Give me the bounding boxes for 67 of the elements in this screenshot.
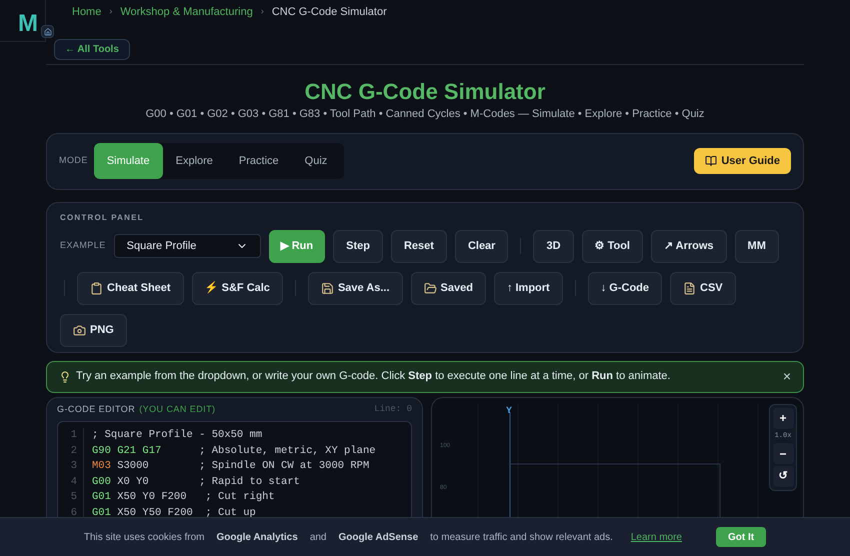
example-select[interactable]: Square Profile [114, 234, 261, 258]
line-number: 2 [70, 444, 77, 458]
toolbar-button[interactable]: Clear [454, 230, 508, 262]
editor-note: (YOU CAN EDIT) [139, 402, 216, 416]
zoom-out-button[interactable]: − [772, 443, 794, 464]
code-line: ; Square Profile - 50x50 mm [92, 428, 264, 443]
example-label: EXAMPLE [60, 239, 106, 252]
folder-icon [424, 282, 437, 294]
learn-more-link[interactable]: Learn more [630, 530, 682, 544]
breadcrumb-separator: › [109, 5, 112, 18]
toolbar-button[interactable]: ↗ Arrows [651, 230, 727, 262]
close-button[interactable]: × [782, 366, 791, 387]
code-editor[interactable]: 1 2 3 4 5 6 ; Square Profile - 50x50 mm G90 G21 G17 ; Absolute, metric, XY plane M03 S3000 ; Spindle ON CW at 3000 RPM G00 X0 Y0 ; Rapid to start G01 X50 Y0 F200 ; Cut right G01 X50 Y50 F200 ; Cut up [57, 421, 412, 517]
code-line: M03 S3000 ; Spindle ON CW at 3000 RPM [92, 459, 370, 474]
reset-view-button[interactable]: ↺ [772, 466, 794, 487]
toolbar-button[interactable]: ↑ Import [494, 272, 563, 304]
cookie-text: to measure traffic and show relevant ads. [430, 530, 613, 544]
cookie-text: Google Analytics [216, 530, 298, 544]
cookie-text: Google AdSense [338, 530, 418, 544]
document-icon [683, 282, 696, 294]
camera-icon [73, 324, 86, 336]
tip-text: Try an example from the dropdown, or write your own G-code. Click Step to execute one line at a time, or Run to animate. [76, 369, 670, 384]
line-number: 4 [70, 474, 77, 490]
all-tools-button[interactable]: ← All Tools [54, 39, 130, 60]
mode-tab[interactable]: Explore [162, 143, 226, 179]
line-number: 5 [70, 490, 77, 505]
editor-title: G-CODE EDITOR [57, 402, 136, 416]
breadcrumb-separator: › [260, 5, 264, 18]
toolbar-button[interactable]: Cheat Sheet [77, 272, 184, 304]
clipboard-icon [90, 282, 103, 294]
toolbar-button[interactable]: Save As... [308, 272, 403, 304]
toolbar-button[interactable]: ⚙ Tool [582, 230, 643, 262]
cookie-text: This site uses cookies from [84, 530, 204, 544]
breadcrumb-link[interactable]: Home [72, 4, 102, 20]
toolbar-button[interactable]: Reset [390, 230, 447, 262]
breadcrumb-current: CNC G-Code Simulator [272, 4, 387, 20]
zoom-in-button[interactable]: + [772, 408, 794, 428]
toolbar-button[interactable]: PNG [60, 314, 127, 346]
page-title: CNC G-Code Simulator [304, 79, 546, 105]
axis-label: Y [506, 404, 512, 416]
code-line: G90 G21 G17 ; Absolute, metric, XY plane [92, 444, 376, 458]
line-number: 3 [70, 459, 77, 474]
user-guide-button[interactable]: User Guide [694, 148, 791, 174]
toolbar-button[interactable]: Saved [410, 272, 486, 304]
mode-tab[interactable]: Practice [226, 143, 292, 179]
toolbar-button[interactable]: CSV [670, 272, 736, 304]
line-number: 1 [70, 428, 77, 443]
breadcrumb-link[interactable]: Workshop & Manufacturing [120, 4, 253, 20]
toolbar-button[interactable]: MM [734, 230, 779, 262]
book-icon [705, 155, 718, 167]
site-logo[interactable]: M [18, 6, 38, 42]
code-line: G00 X0 Y0 ; Rapid to start [92, 474, 301, 490]
code-line: G01 X50 Y50 F200 ; Cut up [92, 506, 257, 517]
home-icon[interactable] [41, 25, 54, 38]
cookie-text: and [310, 530, 326, 544]
mode-label: MODE [59, 154, 88, 168]
code-line: G01 X50 Y0 F200 ; Cut right [92, 490, 276, 505]
toolbar-button[interactable]: Step [333, 230, 383, 262]
lightbulb-icon [59, 370, 71, 382]
line-number: 6 [70, 506, 77, 517]
page-subtitle: G00 • G01 • G02 • G03 • G81 • G83 • Tool Path • Canned Cycles • M-Codes — Simulate • Explore • Practice • Quiz [144, 107, 706, 122]
toolbar-button[interactable]: ⚡ S&F Calc [192, 272, 283, 304]
toolbar-button[interactable]: 3D [533, 230, 574, 262]
toolbar-button[interactable]: ↓ G-Code [588, 272, 662, 304]
mode-tab[interactable]: Quiz [292, 143, 340, 179]
line-indicator: Line: 0 [374, 402, 412, 416]
control-panel-title: CONTROL PANEL [60, 212, 145, 224]
